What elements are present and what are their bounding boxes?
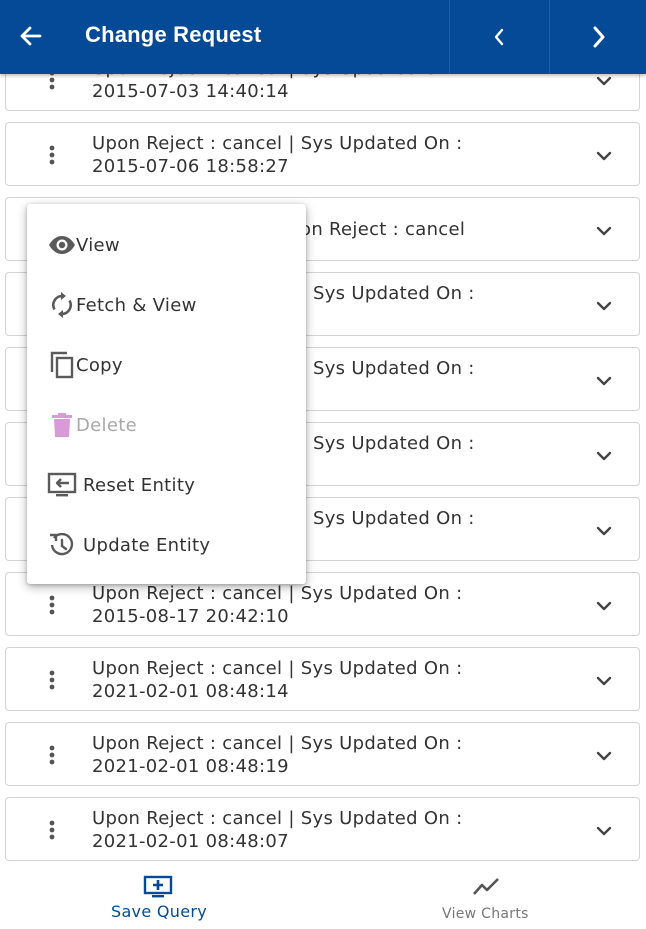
more-vertical-icon: [49, 145, 55, 165]
row-text: Sys Updated On :: [313, 357, 513, 380]
chevron-down-icon: [596, 376, 612, 386]
save-query-label: Save Query: [111, 902, 207, 921]
context-menu: View Fetch & View Copy Delete Reset Enti…: [27, 204, 306, 584]
expand-button[interactable]: [591, 218, 617, 244]
row-line2: 2021-02-01 08:48:14: [92, 681, 289, 702]
list-item[interactable]: Upon Reject : cancel | Sys Updated On :2…: [5, 122, 640, 186]
menu-item-fetch-view[interactable]: Fetch & View: [27, 277, 306, 333]
row-line1: on Reject : cancel: [300, 219, 466, 240]
menu-label: Fetch & View: [76, 294, 197, 316]
eye-icon: [47, 230, 77, 260]
chevron-down-icon: [596, 826, 612, 836]
back-button[interactable]: [12, 17, 50, 55]
reset-entity-icon: [47, 470, 77, 500]
row-text: Sys Updated On :: [313, 507, 513, 530]
expand-button[interactable]: [591, 293, 617, 319]
expand-button[interactable]: [591, 143, 617, 169]
save-query-button[interactable]: Save Query: [59, 862, 259, 929]
expand-button[interactable]: [591, 818, 617, 844]
expand-button[interactable]: [591, 518, 617, 544]
row-line1: Sys Updated On :: [313, 283, 475, 304]
list-item[interactable]: Upon Reject : cancel | Sys Updated On :2…: [5, 722, 640, 786]
row-text: Upon Reject : cancel | Sys Updated On :2…: [92, 657, 512, 703]
more-vertical-icon: [49, 670, 55, 690]
expand-button[interactable]: [591, 668, 617, 694]
expand-button[interactable]: [591, 443, 617, 469]
next-button[interactable]: [549, 0, 646, 74]
row-text: Sys Updated On :: [313, 282, 513, 305]
row-line2: 2015-07-03 14:40:14: [92, 81, 289, 102]
view-charts-button[interactable]: View Charts: [386, 862, 586, 929]
line-chart-icon: [471, 874, 501, 900]
bottom-bar: Save Query View Charts: [0, 862, 646, 929]
app-header: Change Request: [0, 0, 646, 74]
row-more-button[interactable]: [42, 816, 62, 844]
row-line1: Upon Reject : cancel | Sys Updated On :: [92, 583, 463, 604]
menu-label: View: [76, 234, 120, 256]
view-charts-label: View Charts: [442, 906, 529, 922]
more-vertical-icon: [49, 745, 55, 765]
chevron-down-icon: [596, 301, 612, 311]
page-title: Change Request: [85, 22, 262, 47]
menu-label: Delete: [76, 414, 137, 436]
more-vertical-icon: [49, 820, 55, 840]
row-text: Upon Reject : cancel | Sys Updated On :2…: [92, 807, 512, 853]
menu-label: Copy: [76, 354, 123, 376]
menu-item-reset-entity[interactable]: Reset Entity: [27, 457, 306, 513]
row-line2: 2015-08-17 20:42:10: [92, 606, 289, 627]
menu-item-update-entity[interactable]: Update Entity: [27, 517, 306, 573]
more-vertical-icon: [49, 595, 55, 615]
row-line1: Sys Updated On :: [313, 508, 475, 529]
list-item[interactable]: Upon Reject : cancel | Sys Updated On :2…: [5, 647, 640, 711]
list-item[interactable]: Upon Reject : cancel | Sys Updated On :2…: [5, 797, 640, 861]
menu-item-delete: Delete: [27, 397, 306, 453]
row-text: on Reject : cancel: [300, 218, 520, 241]
expand-button[interactable]: [591, 743, 617, 769]
row-line2: 2021-02-01 08:48:19: [92, 756, 289, 777]
chevron-left-icon: [494, 28, 503, 46]
add-to-screen-icon: [143, 874, 173, 900]
menu-label: Update Entity: [83, 534, 211, 556]
chevron-down-icon: [596, 751, 612, 761]
chevron-down-icon: [596, 526, 612, 536]
app-screen: Upon Reject : cancel | Sys Updated On :2…: [0, 0, 646, 929]
row-more-button[interactable]: [42, 141, 62, 169]
expand-button[interactable]: [591, 593, 617, 619]
update-entity-icon: [47, 530, 77, 560]
row-line1: Upon Reject : cancel | Sys Updated On :: [92, 733, 463, 754]
chevron-down-icon: [596, 151, 612, 161]
menu-label: Reset Entity: [83, 474, 196, 496]
chevron-right-icon: [593, 26, 604, 48]
row-text: Upon Reject : cancel | Sys Updated On :2…: [92, 132, 512, 178]
chevron-down-icon: [596, 451, 612, 461]
menu-item-copy[interactable]: Copy: [27, 337, 306, 393]
copy-icon: [47, 350, 77, 380]
row-line1: Upon Reject : cancel | Sys Updated On :: [92, 133, 463, 154]
trash-icon: [47, 410, 77, 440]
row-line1: Upon Reject : cancel | Sys Updated On :: [92, 658, 463, 679]
row-line2: 2015-07-06 18:58:27: [92, 156, 289, 177]
expand-button[interactable]: [591, 368, 617, 394]
chevron-down-icon: [596, 226, 612, 236]
row-text: Sys Updated On :: [313, 432, 513, 455]
arrow-left-icon: [20, 26, 42, 46]
chevron-down-icon: [596, 76, 612, 86]
previous-button[interactable]: [449, 0, 547, 74]
row-text: Upon Reject : cancel | Sys Updated On :2…: [92, 732, 512, 778]
row-more-button[interactable]: [42, 591, 62, 619]
row-line2: 2021-02-01 08:48:07: [92, 831, 289, 852]
menu-item-view[interactable]: View: [27, 217, 306, 273]
row-more-button[interactable]: [42, 741, 62, 769]
chevron-down-icon: [596, 676, 612, 686]
row-line1: Upon Reject : cancel | Sys Updated On :: [92, 808, 463, 829]
row-text: Upon Reject : cancel | Sys Updated On :2…: [92, 582, 512, 628]
sync-icon: [47, 290, 77, 320]
row-more-button[interactable]: [42, 666, 62, 694]
row-line1: Sys Updated On :: [313, 433, 475, 454]
chevron-down-icon: [596, 601, 612, 611]
row-line1: Sys Updated On :: [313, 358, 475, 379]
